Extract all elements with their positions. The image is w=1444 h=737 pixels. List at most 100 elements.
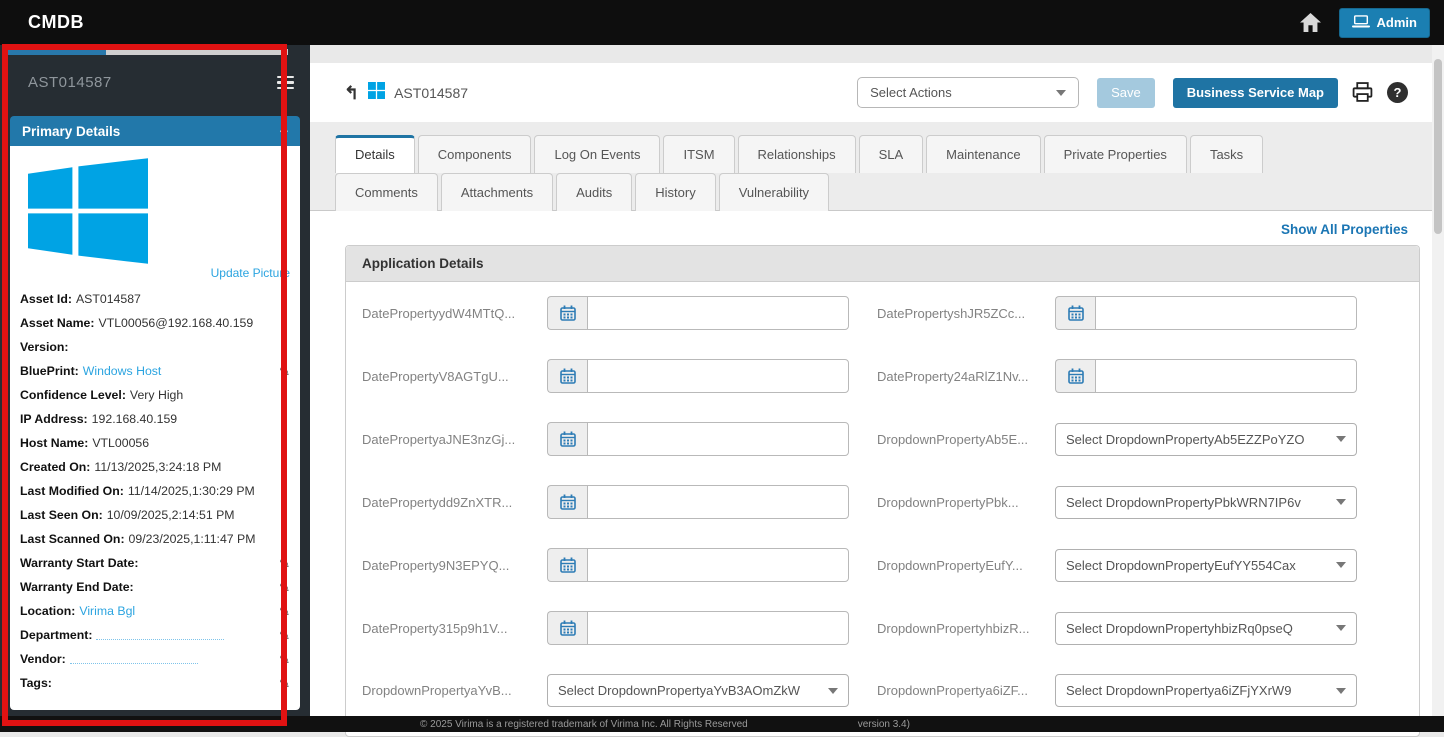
detail-field: Asset Id:AST014587 bbox=[20, 292, 290, 306]
field-label: Warranty Start Date: bbox=[20, 556, 138, 570]
field-label: Warranty End Date: bbox=[20, 580, 134, 594]
tab-tasks[interactable]: Tasks bbox=[1190, 135, 1263, 173]
property-label: DateProperty9N3EPYQ... bbox=[362, 558, 547, 573]
form-row: DatePropertydd9ZnXTR...DropdownPropertyP… bbox=[362, 485, 1403, 519]
dropdown-select[interactable]: Select DropdownPropertyEufYY554Cax bbox=[1055, 549, 1357, 582]
tab-log-on-events[interactable]: Log On Events bbox=[534, 135, 660, 173]
select-actions-value: Select Actions bbox=[870, 85, 952, 100]
collapse-icon[interactable]: − bbox=[280, 123, 288, 139]
field-label: Asset Name: bbox=[20, 316, 95, 330]
form-cell: DatePropertyydW4MTtQ... bbox=[362, 296, 862, 330]
edit-pencil-icon[interactable]: ✎ bbox=[279, 365, 290, 378]
scrollbar-thumb[interactable] bbox=[1434, 59, 1442, 234]
admin-button[interactable]: Admin bbox=[1339, 8, 1430, 38]
dropdown-select[interactable]: Select DropdownPropertya6iZFjYXrW9 bbox=[1055, 674, 1357, 707]
content-top-strip bbox=[310, 45, 1432, 63]
calendar-icon[interactable] bbox=[547, 422, 587, 456]
progress-fill bbox=[3, 49, 106, 55]
save-button[interactable]: Save bbox=[1097, 78, 1155, 108]
property-label: DropdownPropertyAb5E... bbox=[877, 432, 1055, 447]
business-service-map-button[interactable]: Business Service Map bbox=[1173, 78, 1338, 108]
date-input[interactable] bbox=[587, 548, 849, 582]
laptop-icon bbox=[1352, 15, 1370, 31]
field-label: Confidence Level: bbox=[20, 388, 126, 402]
field-value: 10/09/2025,2:14:51 PM bbox=[107, 508, 235, 522]
edit-pencil-icon[interactable]: ✎ bbox=[279, 677, 290, 690]
field-value-link[interactable]: Windows Host bbox=[83, 364, 162, 378]
calendar-icon[interactable] bbox=[547, 359, 587, 393]
dropdown-selected-value: Select DropdownPropertya6iZFjYXrW9 bbox=[1066, 683, 1291, 698]
detail-field: Warranty End Date: ✎ bbox=[20, 580, 290, 594]
vertical-scrollbar[interactable] bbox=[1432, 45, 1444, 732]
tab-attachments[interactable]: Attachments bbox=[441, 173, 553, 211]
dropdown-select[interactable]: Select DropdownPropertyAb5EZZPoYZO bbox=[1055, 423, 1357, 456]
calendar-icon[interactable] bbox=[1055, 296, 1095, 330]
dropdown-selected-value: Select DropdownPropertyEufYY554Cax bbox=[1066, 558, 1296, 573]
detail-field: Vendor:✎ bbox=[20, 652, 290, 666]
tab-vulnerability[interactable]: Vulnerability bbox=[719, 173, 829, 211]
date-input[interactable] bbox=[587, 359, 849, 393]
tab-maintenance[interactable]: Maintenance bbox=[926, 135, 1040, 173]
back-arrow-icon[interactable]: ↰ bbox=[344, 84, 359, 102]
property-label: DatePropertyV8AGTgU... bbox=[362, 369, 547, 384]
field-value: VTL00056 bbox=[92, 436, 149, 450]
date-input[interactable] bbox=[587, 422, 849, 456]
print-icon[interactable] bbox=[1352, 82, 1373, 103]
chevron-down-icon bbox=[828, 688, 838, 694]
calendar-icon[interactable] bbox=[547, 296, 587, 330]
calendar-icon[interactable] bbox=[547, 548, 587, 582]
help-icon[interactable]: ? bbox=[1387, 82, 1408, 103]
property-label: DatePropertyaJNE3nzGj... bbox=[362, 432, 547, 447]
property-label: DropdownPropertyhbizR... bbox=[877, 621, 1055, 636]
date-field-group bbox=[547, 359, 849, 393]
calendar-icon[interactable] bbox=[1055, 359, 1095, 393]
home-icon[interactable] bbox=[1300, 13, 1321, 32]
edit-pencil-icon[interactable]: ✎ bbox=[279, 605, 290, 618]
tab-comments[interactable]: Comments bbox=[335, 173, 438, 211]
form-cell: DropdownPropertyhbizR...Select DropdownP… bbox=[877, 612, 1374, 645]
field-value-link[interactable]: Virima Bgl bbox=[79, 604, 135, 618]
chevron-down-icon bbox=[1336, 436, 1346, 442]
date-input[interactable] bbox=[1095, 359, 1357, 393]
edit-pencil-icon[interactable]: ✎ bbox=[279, 629, 290, 642]
menu-icon[interactable] bbox=[275, 71, 296, 94]
form-cell: DatePropertyshJR5ZCc... bbox=[877, 296, 1374, 330]
edit-pencil-icon[interactable]: ✎ bbox=[279, 557, 290, 570]
tab-private-properties[interactable]: Private Properties bbox=[1044, 135, 1187, 173]
field-value: Very High bbox=[130, 388, 183, 402]
dotted-placeholder[interactable] bbox=[70, 655, 198, 664]
detail-field: Last Seen On:10/09/2025,2:14:51 PM bbox=[20, 508, 290, 522]
asset-sidebar: AST014587 Primary Details − Update Pictu… bbox=[0, 45, 310, 732]
detail-field: Confidence Level: Very High bbox=[20, 388, 290, 402]
date-field-group bbox=[547, 422, 849, 456]
form-cell: DropdownPropertya6iZF...Select DropdownP… bbox=[877, 674, 1374, 707]
date-input[interactable] bbox=[1095, 296, 1357, 330]
detail-field: Warranty Start Date: ✎ bbox=[20, 556, 290, 570]
calendar-icon[interactable] bbox=[547, 485, 587, 519]
tab-sla[interactable]: SLA bbox=[859, 135, 924, 173]
date-input[interactable] bbox=[587, 611, 849, 645]
tab-relationships[interactable]: Relationships bbox=[738, 135, 856, 173]
tab-audits[interactable]: Audits bbox=[556, 173, 632, 211]
tab-itsm[interactable]: ITSM bbox=[663, 135, 734, 173]
date-input[interactable] bbox=[587, 485, 849, 519]
update-picture-link[interactable]: Update Picture bbox=[211, 266, 290, 280]
date-input[interactable] bbox=[587, 296, 849, 330]
dropdown-select[interactable]: Select DropdownPropertyPbkWRN7IP6v bbox=[1055, 486, 1357, 519]
dotted-placeholder[interactable] bbox=[96, 631, 224, 640]
dropdown-select[interactable]: Select DropdownPropertyhbizRq0pseQ bbox=[1055, 612, 1357, 645]
form-row: DatePropertyaJNE3nzGj... DropdownProperty… bbox=[362, 422, 1403, 456]
edit-pencil-icon[interactable]: ✎ bbox=[279, 653, 290, 666]
show-all-properties-link[interactable]: Show All Properties bbox=[1281, 222, 1408, 237]
version-text: version 3.4) bbox=[858, 719, 910, 730]
section-title: Application Details bbox=[346, 246, 1419, 282]
chevron-down-icon bbox=[1336, 688, 1346, 694]
tab-history[interactable]: History bbox=[635, 173, 715, 211]
calendar-icon[interactable] bbox=[547, 611, 587, 645]
edit-pencil-icon[interactable]: ✎ bbox=[279, 581, 290, 594]
tab-details[interactable]: Details bbox=[335, 135, 415, 173]
tab-components[interactable]: Components bbox=[418, 135, 532, 173]
select-actions-dropdown[interactable]: Select Actions bbox=[857, 77, 1079, 108]
admin-button-label: Admin bbox=[1377, 15, 1417, 30]
dropdown-select[interactable]: Select DropdownPropertyaYvB3AOmZkW bbox=[547, 674, 849, 707]
